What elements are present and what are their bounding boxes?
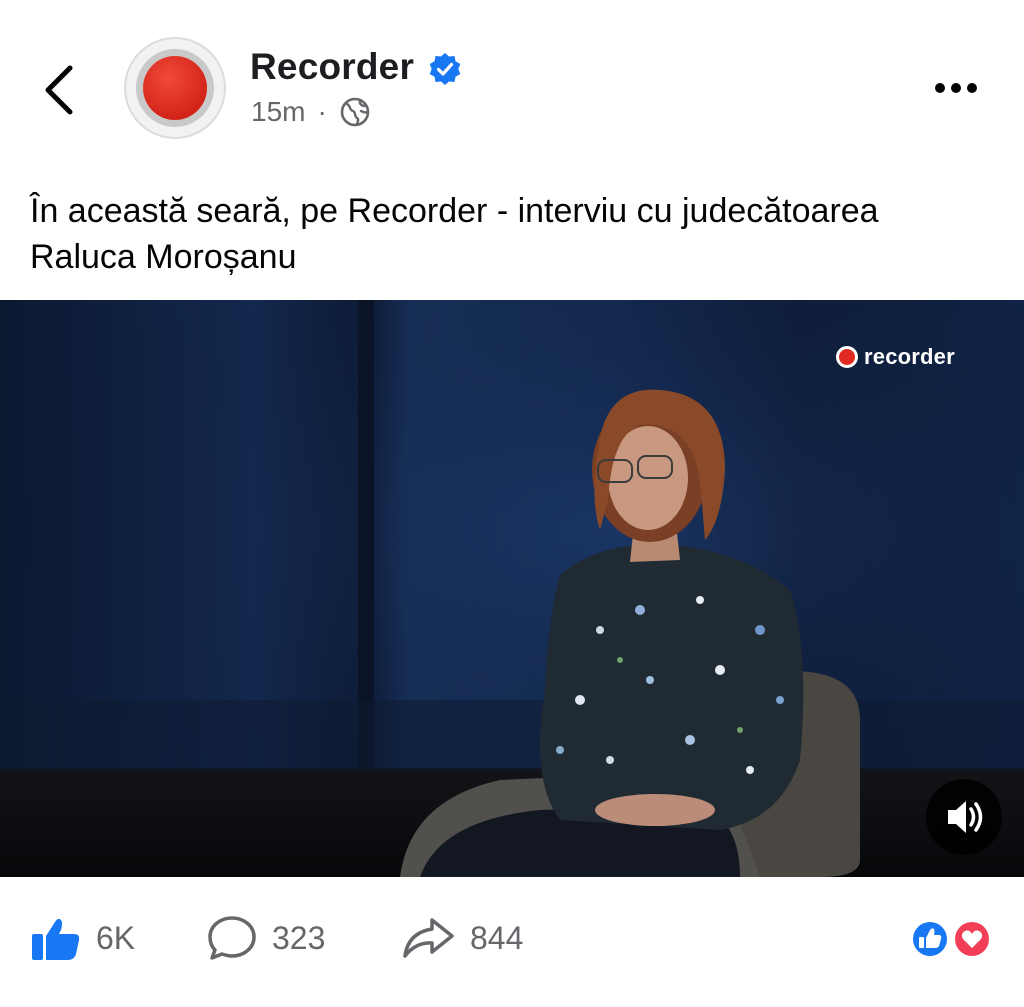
more-options-button[interactable] bbox=[935, 80, 987, 96]
like-reaction-icon bbox=[910, 919, 950, 959]
watermark-text: recorder bbox=[864, 344, 955, 369]
reactions-summary[interactable] bbox=[906, 917, 996, 961]
share-count: 844 bbox=[470, 919, 524, 956]
post-header: Recorder 15m · bbox=[0, 0, 1024, 170]
like-button[interactable]: 6K bbox=[30, 914, 135, 962]
meta-separator: · bbox=[317, 96, 327, 127]
like-thumb-icon bbox=[32, 918, 80, 960]
more-horizontal-icon bbox=[935, 83, 945, 93]
recorder-logo bbox=[143, 56, 207, 120]
page-avatar[interactable] bbox=[124, 37, 226, 139]
love-reaction-icon bbox=[952, 919, 992, 959]
video-watermark: recorder bbox=[836, 344, 955, 370]
video-frame bbox=[0, 300, 1024, 877]
volume-icon bbox=[948, 801, 983, 833]
like-count: 6K bbox=[96, 919, 136, 956]
globe-icon bbox=[340, 97, 370, 127]
post-actions-bar: 6K 323 844 bbox=[0, 890, 1024, 990]
comment-button[interactable]: 323 bbox=[206, 914, 325, 962]
post-time[interactable]: 15m bbox=[251, 96, 305, 128]
recorder-logo-icon bbox=[836, 346, 858, 368]
share-arrow-icon bbox=[403, 918, 454, 958]
comment-count: 323 bbox=[272, 919, 326, 956]
comment-bubble-icon bbox=[208, 916, 256, 960]
share-button[interactable]: 844 bbox=[400, 914, 523, 962]
sound-toggle-button[interactable] bbox=[926, 779, 1002, 855]
chevron-left-icon bbox=[45, 65, 73, 115]
post-meta: 15m · bbox=[251, 96, 371, 128]
post-text: În această seară, pe Recorder - interviu… bbox=[30, 192, 879, 276]
verified-badge-icon bbox=[429, 53, 461, 85]
page-name[interactable]: Recorder bbox=[250, 46, 414, 88]
video-player[interactable]: recorder bbox=[0, 300, 1024, 877]
back-button[interactable] bbox=[38, 60, 88, 120]
